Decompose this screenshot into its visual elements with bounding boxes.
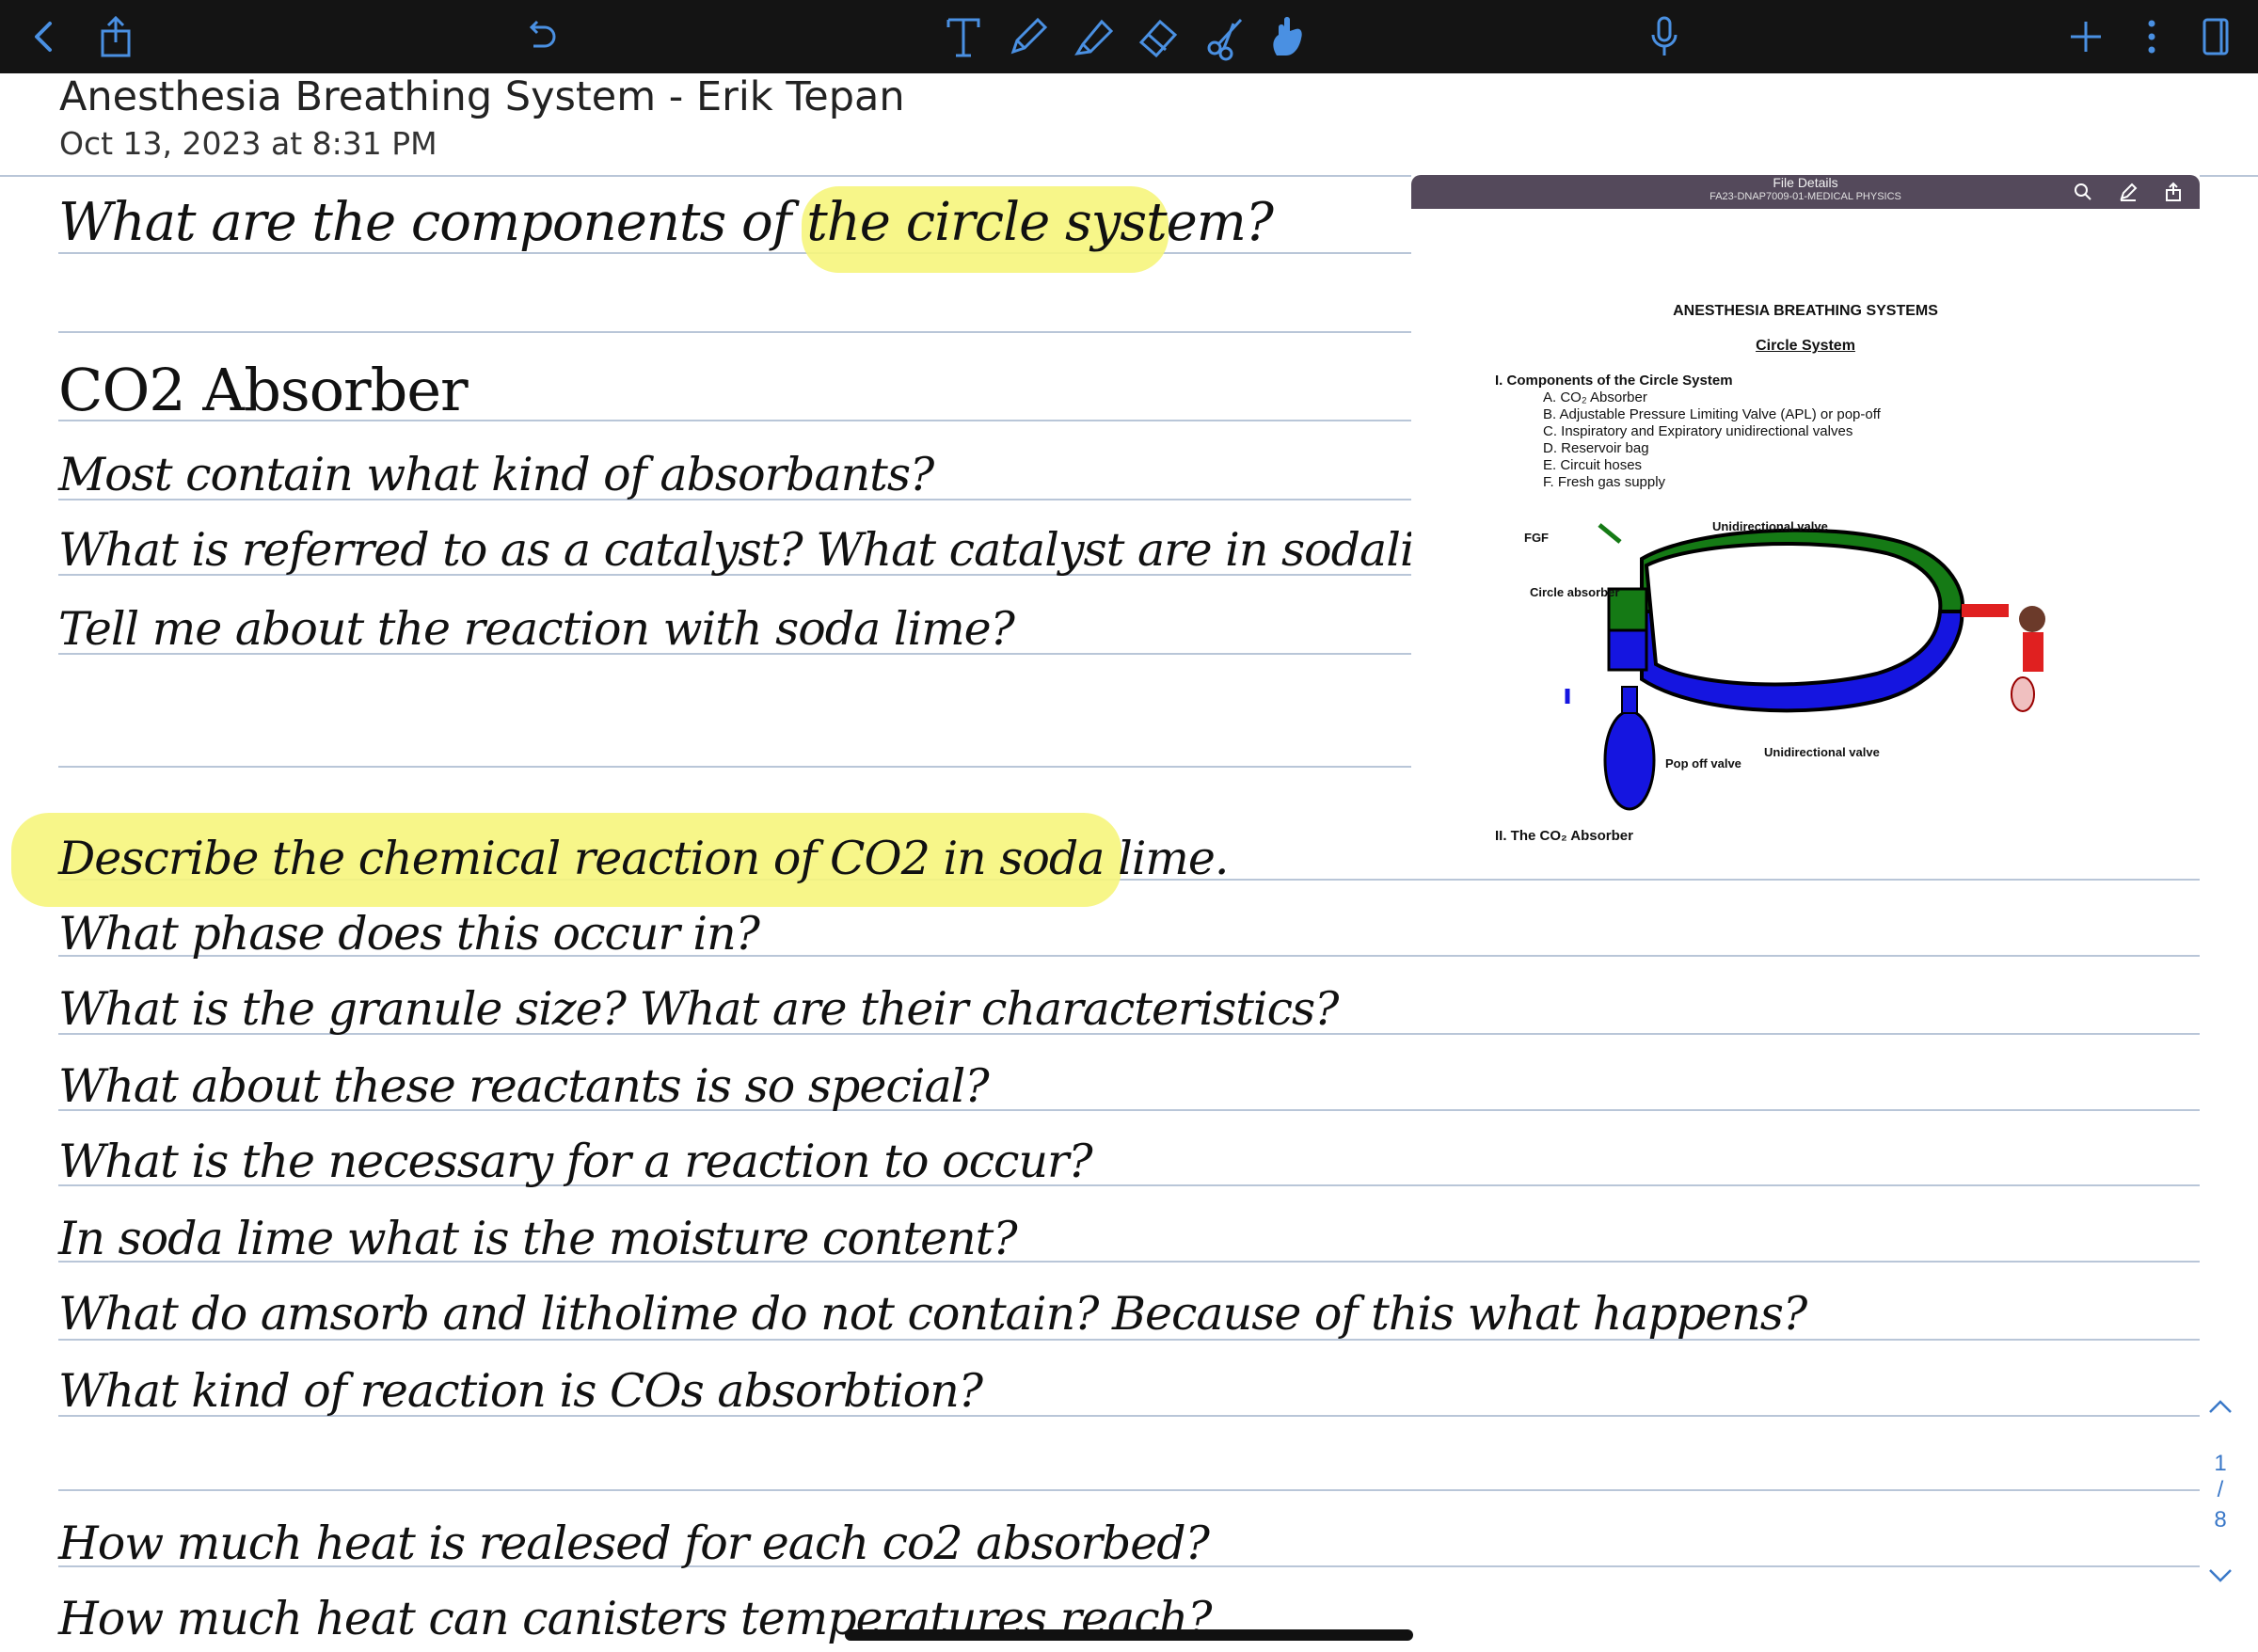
hand-icon[interactable] (1261, 9, 1315, 64)
handwritten-question[interactable]: What are the components of the circle sy… (58, 192, 1274, 253)
page-down-icon[interactable] (2202, 1565, 2239, 1592)
pdf-panel-header[interactable]: File Details FA23-DNAP7009-01-MEDICAL PH… (1411, 175, 2200, 209)
handwritten-line[interactable]: What is the granule size? What are their… (58, 982, 1339, 1036)
page-view-icon[interactable] (2188, 9, 2243, 64)
handwritten-line-highlighted[interactable]: Describe the chemical reaction of CO2 in… (58, 832, 1229, 885)
rule-line (58, 766, 1411, 768)
handwritten-line[interactable]: What kind of reaction is COs absorbtion? (58, 1364, 983, 1418)
highlighter-icon[interactable] (1067, 9, 1121, 64)
share-icon[interactable] (88, 9, 143, 64)
page-total: 8 (2214, 1507, 2227, 1533)
diagram-label-popoff: Pop off valve (1665, 756, 1741, 770)
handwritten-line[interactable]: What about these reactants is so special… (58, 1059, 990, 1113)
handwritten-line[interactable]: What phase does this occur in? (58, 907, 760, 961)
rule-line (58, 1489, 2200, 1491)
page-current: 1 (2214, 1451, 2227, 1476)
share-icon[interactable] (2162, 181, 2185, 203)
add-page-icon[interactable] (2059, 9, 2113, 64)
edit-icon[interactable] (2117, 181, 2139, 203)
note-title[interactable]: Anesthesia Breathing System - Erik Tepan (59, 73, 905, 120)
doc-subtitle: Circle System (1756, 338, 1855, 354)
diagram-label-fgf: FGF (1524, 531, 1549, 545)
handwritten-heading[interactable]: CO2 Absorber (58, 356, 469, 424)
search-icon[interactable] (2072, 181, 2094, 203)
doc-list-item: D. Reservoir bag (1543, 440, 1649, 456)
note-date: Oct 13, 2023 at 8:31 PM (59, 125, 437, 162)
doc-section-heading: II. The CO₂ Absorber (1495, 828, 1633, 844)
doc-section-heading: I. Components of the Circle System (1495, 373, 1733, 389)
home-indicator[interactable] (845, 1629, 1413, 1641)
handwritten-line[interactable]: In soda lime what is the moisture conten… (58, 1212, 1018, 1265)
handwritten-line[interactable]: Most contain what kind of absorbants? (58, 448, 934, 501)
pdf-panel[interactable]: File Details FA23-DNAP7009-01-MEDICAL PH… (1411, 175, 2200, 852)
doc-list-item: E. Circuit hoses (1543, 457, 1643, 473)
undo-icon[interactable] (514, 9, 568, 64)
scissors-icon[interactable] (1199, 9, 1253, 64)
diagram-label-unidirectional-bottom: Unidirectional valve (1764, 745, 1880, 759)
diagram-label-absorber: Circle absorber (1530, 585, 1620, 599)
more-icon[interactable] (2124, 9, 2179, 64)
question-text: What are the components of the (58, 192, 906, 253)
page-separator: / (2217, 1477, 2224, 1502)
back-icon[interactable] (17, 9, 72, 64)
handwritten-line[interactable]: What is referred to as a catalyst? What … (58, 523, 1507, 577)
handwritten-line[interactable]: What do amsorb and litholime do not cont… (58, 1287, 1807, 1341)
pen-icon[interactable] (1001, 9, 1056, 64)
note-header: Anesthesia Breathing System - Erik Tepan… (0, 73, 2258, 177)
top-toolbar (0, 0, 2258, 73)
doc-list-item: B. Adjustable Pressure Limiting Valve (A… (1543, 406, 1881, 422)
doc-title: ANESTHESIA BREATHING SYSTEMS (1673, 303, 1938, 319)
rule-line (58, 331, 1411, 333)
handwritten-line[interactable]: How much heat is realesed for each co2 a… (58, 1517, 1210, 1570)
diagram-label-unidirectional-top: Unidirectional valve (1712, 519, 1828, 533)
doc-list-item: A. CO₂ Absorber (1543, 389, 1647, 405)
handwritten-line[interactable]: Tell me about the reaction with soda lim… (58, 602, 1015, 656)
handwritten-line[interactable]: What is the necessary for a reaction to … (58, 1135, 1093, 1188)
question-highlighted-text: circle system? (905, 192, 1274, 253)
page-up-icon[interactable] (2202, 1396, 2239, 1422)
doc-list-item: F. Fresh gas supply (1543, 474, 1666, 490)
doc-list-item: C. Inspiratory and Expiratory unidirecti… (1543, 423, 1853, 439)
microphone-icon[interactable] (1637, 9, 1692, 64)
eraser-icon[interactable] (1131, 9, 1185, 64)
text-tool-icon[interactable] (936, 9, 991, 64)
